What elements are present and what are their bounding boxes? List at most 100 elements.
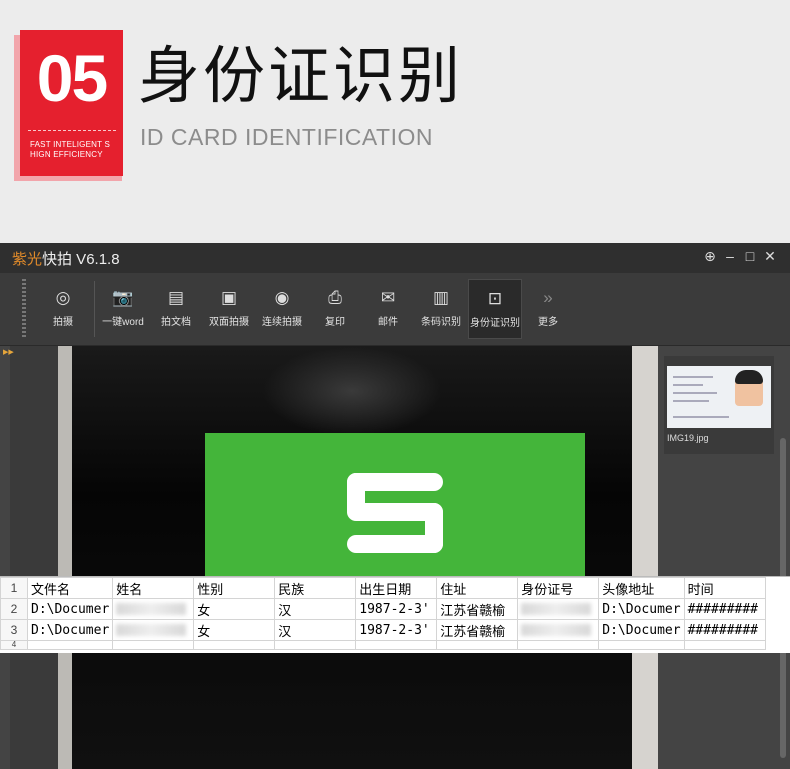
empty-cell[interactable] [26,640,114,650]
barcode-scan-label: 条码识别 [421,317,461,328]
copy-button[interactable]: ⎙ 复印 [309,279,361,337]
wps-s-logo [347,473,443,553]
avatar-path-cell[interactable]: D:\Documer [598,619,685,641]
id-card-scan-button[interactable]: ⊡ 身份证识别 [468,279,522,339]
id-card-icon: ▣ [220,288,238,307]
badge-subtitle-line2: HIGN EFFICIENCY [30,150,103,159]
sex-cell[interactable]: 女 [193,619,276,641]
mail-icon: ✉ [380,288,396,307]
badge-subtitle-line1: FAST INTELIGENT S [30,140,111,149]
mail-label: 邮件 [378,317,398,328]
double-side-capture-label: 双面拍摄 [209,317,249,328]
empty-cell[interactable] [274,640,357,650]
id-number-cell-blurred[interactable] [517,619,600,641]
row-number: 1 [0,577,28,599]
name-cell-blurred[interactable] [112,598,195,620]
toolbar-grip[interactable] [22,279,26,339]
table-row: 2 D:\Documer 女 汉 1987-2-3' 江苏省赣榆 D:\Docu… [0,598,766,620]
burst-capture-button[interactable]: ◉ 连续拍摄 [256,279,308,337]
name-cell-blurred[interactable] [112,619,195,641]
empty-cell[interactable] [355,640,438,650]
burst-capture-label: 连续拍摄 [262,317,302,328]
empty-cell[interactable] [436,640,519,650]
one-click-word-button[interactable]: 📷 一键word [97,279,149,337]
result-table: 1 文件名 姓名 性别 民族 出生日期 住址 身份证号 头像地址 时间 2 D:… [0,577,766,650]
feature-title-en: ID CARD IDENTIFICATION [140,124,433,150]
column-header[interactable]: 住址 [436,577,519,599]
app-brand: 紫光 [12,251,43,268]
table-header-row: 1 文件名 姓名 性别 民族 出生日期 住址 身份证号 头像地址 时间 [0,577,766,599]
toolbar: ◎ 拍摄 📷 一键word ▤ 拍文档 ▣ 双面拍摄 ◉ 连续拍摄 ⎙ 复印 ✉… [0,273,790,346]
capture-document-button[interactable]: ▤ 拍文档 [150,279,202,337]
file-cell[interactable]: D:\Documer [26,598,114,620]
column-header[interactable]: 姓名 [112,577,195,599]
window-controls: ⊕ – □ ✕ [700,248,780,265]
empty-cell[interactable] [193,640,276,650]
app-window: 紫光快拍 V6.1.8 ⊕ – □ ✕ ◎ 拍摄 📷 一键word ▤ 拍文档 ▣ 双… [0,243,790,769]
empty-cell[interactable] [598,640,685,650]
feature-title: 身份证识别 [138,39,464,112]
left-collapse-strip[interactable]: ▶▶ [0,346,14,769]
nation-cell[interactable]: 汉 [274,598,357,620]
maximize-icon[interactable]: □ [740,248,760,264]
section-badge: 05 FAST INTELIGENT S HIGN EFFICIENCY [20,30,123,176]
nation-cell[interactable]: 汉 [274,619,357,641]
section-number: 05 [36,41,108,115]
time-cell[interactable]: ######### [683,598,766,620]
column-header[interactable]: 性别 [193,577,276,599]
copy-label: 复印 [325,317,345,328]
empty-cell[interactable] [112,640,195,650]
row-number: 3 [0,619,28,641]
app-title: 紫光快拍 V6.1.8 [12,248,120,269]
column-header[interactable]: 时间 [683,577,766,599]
capture-label: 拍摄 [53,317,73,328]
preview-glow [262,346,442,436]
copy-icon: ⎙ [328,288,342,307]
mail-button[interactable]: ✉ 邮件 [362,279,414,337]
preview-edge [58,346,72,769]
sex-cell[interactable]: 女 [193,598,276,620]
camera-icon: 📷 [112,288,134,307]
camera-lens-icon: ◎ [55,288,71,307]
address-cell[interactable]: 江苏省赣榆 [436,619,519,641]
one-click-word-label: 一键word [102,317,144,328]
birth-cell[interactable]: 1987-2-3' [355,598,438,620]
double-side-capture-button[interactable]: ▣ 双面拍摄 [203,279,255,337]
more-button[interactable]: » 更多 [522,279,574,337]
toolbar-separator [94,281,95,337]
burst-camera-icon: ◉ [274,288,290,307]
id-scan-icon: ⊡ [487,289,503,308]
camera-preview[interactable] [58,346,658,769]
address-cell[interactable]: 江苏省赣榆 [436,598,519,620]
column-header[interactable]: 身份证号 [517,577,600,599]
expand-arrow-icon[interactable]: ▶▶ [3,348,14,356]
id-number-cell-blurred[interactable] [517,598,600,620]
barcode-scan-button[interactable]: ▥ 条码识别 [415,279,467,337]
thumbnail-panel: IMG19.jpg [658,346,790,769]
minimize-icon[interactable]: – [720,248,740,264]
preview-image [72,346,632,769]
capture-document-label: 拍文档 [161,317,191,328]
spreadsheet-result: 1 文件名 姓名 性别 民族 出生日期 住址 身份证号 头像地址 时间 2 D:… [0,576,790,653]
thumbnail-item[interactable]: IMG19.jpg [664,356,774,454]
empty-cell[interactable] [683,640,766,650]
row-number: 2 [0,598,28,620]
close-icon[interactable]: ✕ [760,248,780,265]
table-row-partial: 4 [0,640,766,650]
globe-icon[interactable]: ⊕ [700,248,720,265]
column-header[interactable]: 出生日期 [355,577,438,599]
thumbnail-filename: IMG19.jpg [667,433,709,443]
badge-subtitle: FAST INTELIGENT S HIGN EFFICIENCY [30,140,110,160]
column-header[interactable]: 头像地址 [598,577,685,599]
capture-button[interactable]: ◎ 拍摄 [37,279,89,337]
column-header[interactable]: 文件名 [26,577,114,599]
column-header[interactable]: 民族 [274,577,357,599]
birth-cell[interactable]: 1987-2-3' [355,619,438,641]
file-cell[interactable]: D:\Documer [26,619,114,641]
document-icon: ▤ [167,288,185,307]
time-cell[interactable]: ######### [683,619,766,641]
row-number: 4 [0,640,28,650]
barcode-icon: ▥ [432,288,450,307]
avatar-path-cell[interactable]: D:\Documer [598,598,685,620]
empty-cell[interactable] [517,640,600,650]
